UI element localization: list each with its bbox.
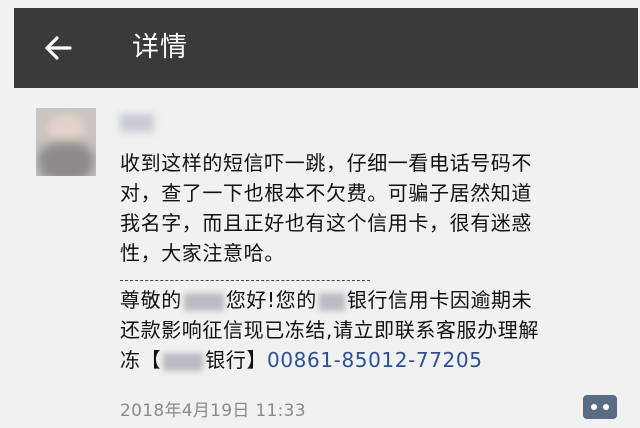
post-detail-screen: 详情 收到这样的短信吓一跳，仔细一看电话号码不 对，查了一下也根本不欠费。可骗子… bbox=[0, 0, 640, 428]
header-bar: 详情 bbox=[14, 8, 638, 88]
redacted-bank bbox=[163, 352, 204, 371]
redacted-bank bbox=[318, 292, 345, 311]
redacted-name bbox=[183, 292, 224, 311]
moment-post: 收到这样的短信吓一跳，仔细一看电话号码不 对，查了一下也根本不欠费。可骗子居然知… bbox=[0, 96, 640, 428]
post-text-line: 对，查了一下也根本不欠费。可骗子居然知道 bbox=[120, 181, 532, 205]
post-text-line: 性，大家注意哈。 bbox=[120, 241, 285, 265]
dashed-divider bbox=[120, 280, 370, 281]
sms-text: 银行信用卡因逾期未 bbox=[346, 288, 533, 312]
sms-text: 银行】 bbox=[205, 348, 268, 372]
sms-line: 冻【 银行】00861-85012-77205 bbox=[120, 345, 630, 375]
author-name-blurred[interactable] bbox=[120, 114, 154, 132]
sms-text: 您好!您的 bbox=[225, 288, 317, 312]
avatar[interactable] bbox=[36, 108, 96, 176]
post-text-line: 收到这样的短信吓一跳，仔细一看电话号码不 bbox=[120, 151, 532, 175]
sms-text: 尊敬的 bbox=[120, 288, 182, 312]
post-content: 收到这样的短信吓一跳，仔细一看电话号码不 对，查了一下也根本不欠费。可骗子居然知… bbox=[120, 148, 630, 375]
arrow-left-icon bbox=[45, 36, 72, 60]
post-text-line: 我名字，而且正好也有这个信用卡，很有迷惑 bbox=[120, 211, 532, 235]
sms-line: 尊敬的 您好!您的 银行信用卡因逾期未 bbox=[120, 285, 630, 315]
sms-text: 冻【 bbox=[120, 348, 162, 372]
page-title: 详情 bbox=[132, 32, 188, 63]
sms-line: 还款影响征信现已冻结,请立即联系客服办理解 bbox=[120, 318, 539, 342]
comment-icon bbox=[583, 395, 617, 419]
back-button[interactable] bbox=[40, 30, 76, 66]
comment-button[interactable] bbox=[582, 394, 618, 420]
phone-number-link[interactable]: 00861-85012-77205 bbox=[267, 348, 483, 372]
post-timestamp: 2018年4月19日 11:33 bbox=[120, 401, 306, 421]
quoted-sms: 尊敬的 您好!您的 银行信用卡因逾期未 还款影响征信现已冻结,请立即联系客服办理解 … bbox=[120, 285, 630, 375]
